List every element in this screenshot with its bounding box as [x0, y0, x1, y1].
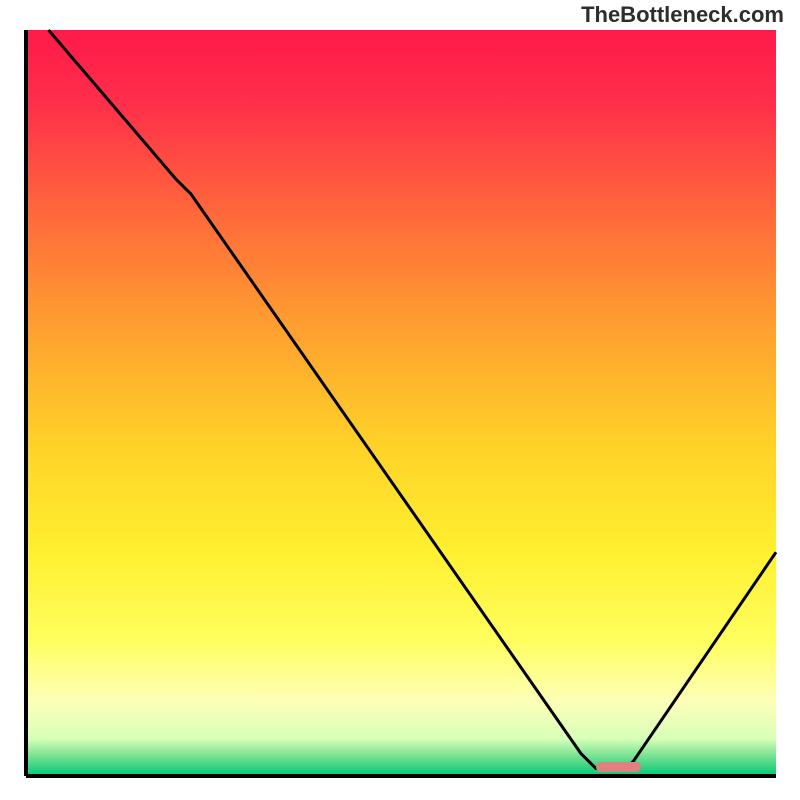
- watermark-text: TheBottleneck.com: [581, 2, 784, 28]
- chart-svg: [0, 0, 800, 800]
- optimal-marker: [596, 762, 641, 772]
- plot-background: [26, 30, 776, 776]
- bottleneck-chart: TheBottleneck.com: [0, 0, 800, 800]
